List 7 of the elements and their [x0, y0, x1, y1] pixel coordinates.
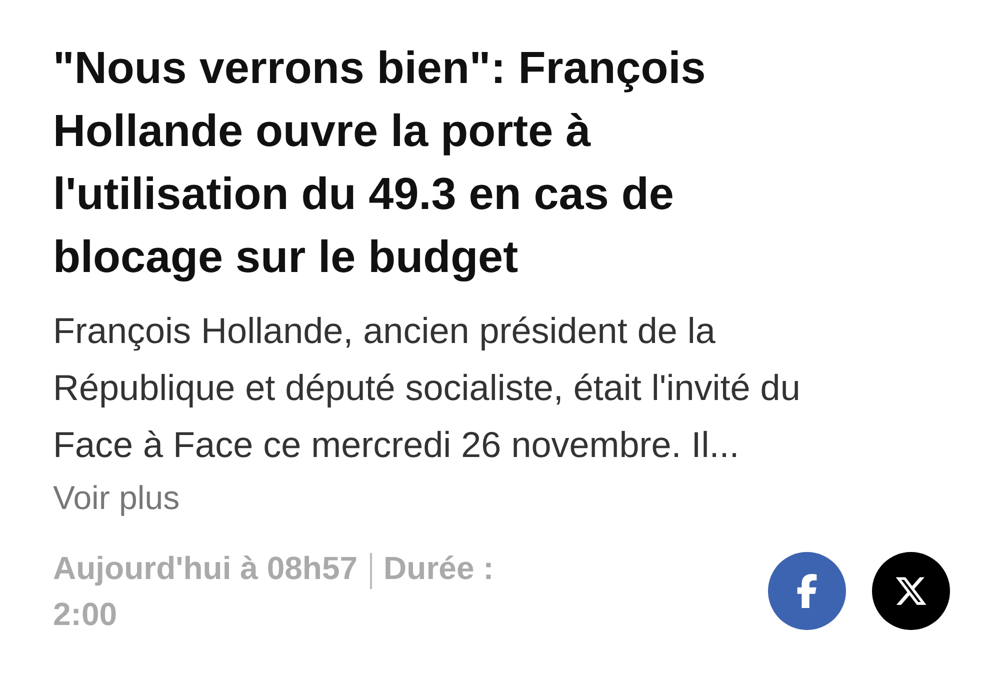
article-summary: François Hollande, ancien président de la République et député socialiste, était l'invité du Face à Face ce mercredi 26 novembre. Il... — [53, 309, 802, 467]
publish-date: Aujourd'hui à 08h57 — [53, 550, 358, 586]
x-icon — [894, 574, 928, 608]
see-more-link[interactable]: Voir plus — [53, 473, 180, 523]
article-headline: "Nous verrons bien": François Hollande ouvre la porte à l'utilisation du 49.3 en cas de blocage sur le budget — [53, 41, 707, 284]
video-duration: 2:00 — [53, 596, 118, 632]
duration-label: Durée : — [384, 550, 494, 586]
